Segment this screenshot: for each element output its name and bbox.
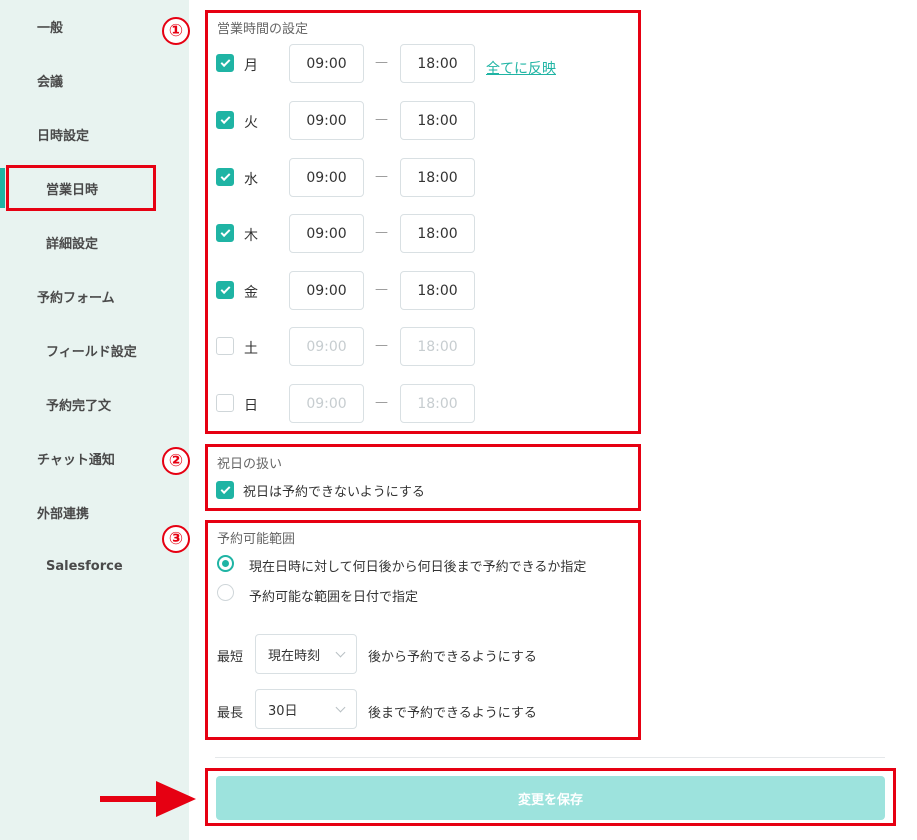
day-checkbox[interactable] bbox=[216, 111, 234, 129]
day-row: 金 09:00 — 18:00 bbox=[215, 271, 635, 311]
day-label: 月 bbox=[244, 58, 258, 74]
day-checkbox[interactable] bbox=[216, 394, 234, 412]
annotation-arrow-icon bbox=[100, 781, 196, 817]
start-time-input[interactable]: 09:00 bbox=[289, 158, 364, 197]
holiday-checkbox-label: 祝日は予約できないようにする bbox=[243, 485, 425, 500]
day-label: 木 bbox=[244, 228, 258, 244]
min-select-value: 現在時刻 bbox=[268, 648, 321, 664]
sidebar-item-detail-settings[interactable]: 詳細設定 bbox=[0, 227, 189, 257]
holiday-title: 祝日の扱い bbox=[217, 457, 283, 472]
radio-dot-icon bbox=[222, 560, 229, 567]
sidebar-item-booking-form[interactable]: 予約フォーム bbox=[0, 281, 189, 311]
max-select[interactable]: 30日 bbox=[255, 689, 357, 729]
sidebar-item-general[interactable]: 一般 bbox=[0, 11, 189, 41]
annotation-highlight-business-hours bbox=[6, 165, 156, 211]
end-time-input[interactable]: 18:00 bbox=[400, 214, 475, 253]
range-option-date-radio[interactable] bbox=[217, 584, 234, 601]
sidebar-item-completion-text[interactable]: 予約完了文 bbox=[0, 389, 189, 419]
range-option-date-label: 予約可能な範囲を日付で指定 bbox=[249, 590, 419, 605]
sidebar-item-datetime-settings[interactable]: 日時設定 bbox=[0, 119, 189, 149]
sidebar-item-salesforce[interactable]: Salesforce bbox=[0, 551, 189, 581]
day-label: 日 bbox=[244, 398, 258, 414]
time-separator: — bbox=[375, 55, 388, 70]
start-time-input[interactable]: 09:00 bbox=[289, 214, 364, 253]
chevron-down-icon bbox=[335, 647, 346, 658]
time-separator: — bbox=[375, 338, 388, 353]
check-icon bbox=[220, 170, 230, 181]
day-label: 火 bbox=[244, 115, 258, 131]
range-option-relative-label: 現在日時に対して何日後から何日後まで予約できるか指定 bbox=[249, 560, 587, 575]
reflect-all-link[interactable]: 全てに反映 bbox=[486, 58, 556, 78]
check-icon bbox=[220, 483, 230, 494]
end-time-input[interactable]: 18:00 bbox=[400, 327, 475, 366]
day-label: 水 bbox=[244, 172, 258, 188]
annotation-marker-2: ② bbox=[162, 447, 190, 475]
annotation-marker-1: ① bbox=[162, 17, 190, 45]
start-time-input[interactable]: 09:00 bbox=[289, 101, 364, 140]
min-label: 最短 bbox=[217, 650, 244, 665]
holiday-checkbox[interactable] bbox=[216, 481, 234, 499]
sidebar-item-chat-notification[interactable]: チャット通知 bbox=[0, 443, 189, 473]
business-hours-title: 営業時間の設定 bbox=[217, 22, 309, 37]
end-time-input[interactable]: 18:00 bbox=[400, 101, 475, 140]
end-time-input[interactable]: 18:00 bbox=[400, 271, 475, 310]
day-row: 火 09:00 — 18:00 bbox=[215, 101, 635, 141]
start-time-input[interactable]: 09:00 bbox=[289, 327, 364, 366]
day-row: 水 09:00 — 18:00 bbox=[215, 158, 635, 198]
day-row: 日 09:00 — 18:00 bbox=[215, 384, 635, 424]
min-select[interactable]: 現在時刻 bbox=[255, 634, 357, 674]
sidebar: 一般 会議 日時設定 営業日時 詳細設定 予約フォーム フィールド設定 予約完了… bbox=[0, 0, 189, 840]
chevron-down-icon bbox=[335, 702, 346, 713]
time-separator: — bbox=[375, 395, 388, 410]
check-icon bbox=[220, 283, 230, 294]
day-label: 金 bbox=[244, 285, 258, 301]
time-separator: — bbox=[375, 169, 388, 184]
start-time-input[interactable]: 09:00 bbox=[289, 271, 364, 310]
end-time-input[interactable]: 18:00 bbox=[400, 384, 475, 423]
day-checkbox[interactable] bbox=[216, 224, 234, 242]
sidebar-item-meeting[interactable]: 会議 bbox=[0, 65, 189, 95]
save-button[interactable]: 変更を保存 bbox=[216, 776, 885, 820]
annotation-marker-3: ③ bbox=[162, 525, 190, 553]
start-time-input[interactable]: 09:00 bbox=[289, 384, 364, 423]
end-time-input[interactable]: 18:00 bbox=[400, 158, 475, 197]
day-row: 土 09:00 — 18:00 bbox=[215, 327, 635, 367]
time-separator: — bbox=[375, 225, 388, 240]
day-checkbox[interactable] bbox=[216, 337, 234, 355]
max-suffix: 後まで予約できるようにする bbox=[368, 706, 537, 721]
booking-range-title: 予約可能範囲 bbox=[217, 532, 296, 547]
sidebar-item-field-settings[interactable]: フィールド設定 bbox=[0, 335, 189, 365]
day-row: 月 09:00 — 18:00 bbox=[215, 44, 635, 84]
day-checkbox[interactable] bbox=[216, 168, 234, 186]
max-label: 最長 bbox=[217, 706, 244, 721]
sidebar-item-integrations[interactable]: 外部連携 bbox=[0, 497, 189, 527]
max-select-value: 30日 bbox=[268, 703, 298, 719]
range-option-relative-radio[interactable] bbox=[217, 555, 234, 572]
time-separator: — bbox=[375, 282, 388, 297]
start-time-input[interactable]: 09:00 bbox=[289, 44, 364, 83]
min-suffix: 後から予約できるようにする bbox=[368, 650, 537, 665]
day-checkbox[interactable] bbox=[216, 281, 234, 299]
day-checkbox[interactable] bbox=[216, 54, 234, 72]
divider bbox=[215, 757, 885, 758]
check-icon bbox=[220, 56, 230, 67]
check-icon bbox=[220, 226, 230, 237]
check-icon bbox=[220, 113, 230, 124]
day-row: 木 09:00 — 18:00 bbox=[215, 214, 635, 254]
day-label: 土 bbox=[244, 341, 258, 357]
time-separator: — bbox=[375, 112, 388, 127]
end-time-input[interactable]: 18:00 bbox=[400, 44, 475, 83]
